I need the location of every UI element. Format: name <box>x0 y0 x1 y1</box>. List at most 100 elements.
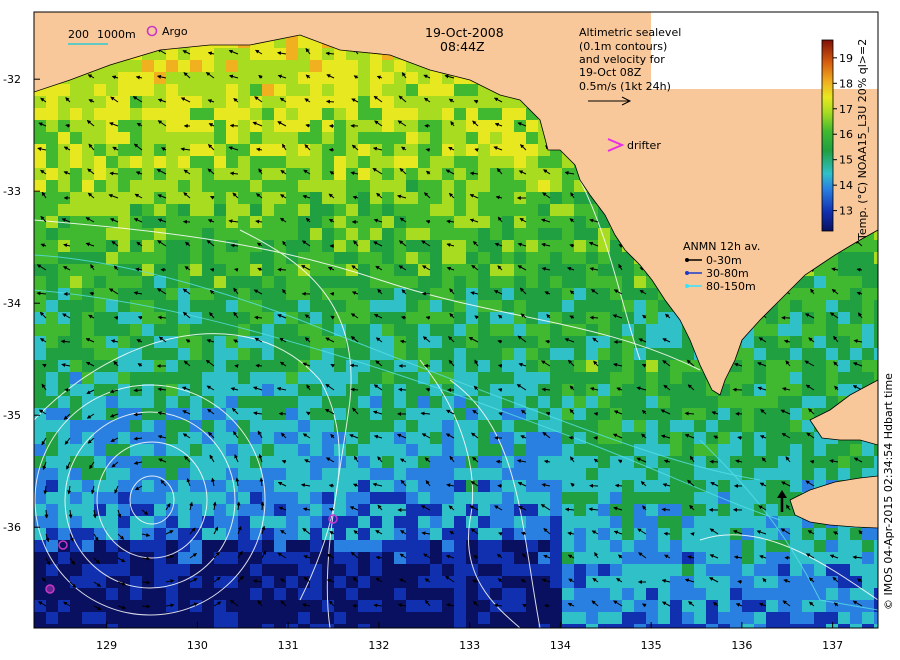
sst-pixel <box>274 168 286 180</box>
sst-pixel <box>298 360 310 372</box>
sst-pixel <box>298 144 310 156</box>
sst-pixel <box>262 540 274 552</box>
sst-pixel <box>334 372 346 384</box>
sst-pixel <box>310 360 322 372</box>
sst-pixel <box>694 420 706 432</box>
sst-pixel <box>502 156 514 168</box>
sst-pixel <box>118 360 130 372</box>
sst-pixel <box>70 600 82 612</box>
sst-pixel <box>610 528 622 540</box>
sst-pixel <box>562 336 574 348</box>
sst-pixel <box>94 588 106 600</box>
sst-pixel <box>190 108 202 120</box>
sst-pixel <box>466 336 478 348</box>
sst-pixel <box>394 288 406 300</box>
sst-pixel <box>802 408 814 420</box>
sst-pixel <box>454 156 466 168</box>
sst-pixel <box>478 540 490 552</box>
sst-pixel <box>442 492 454 504</box>
sst-pixel <box>82 516 94 528</box>
sst-pixel <box>622 408 634 420</box>
sst-pixel <box>358 504 370 516</box>
sst-pixel <box>562 204 574 216</box>
sst-pixel <box>418 420 430 432</box>
sst-pixel <box>718 444 730 456</box>
velocity-arrow <box>568 435 575 440</box>
sst-pixel <box>526 384 538 396</box>
sst-pixel <box>766 312 778 324</box>
velocity-arrow <box>325 99 335 104</box>
sst-pixel <box>214 120 226 132</box>
sst-pixel <box>406 108 418 120</box>
sst-pixel <box>514 600 526 612</box>
sst-pixel <box>46 180 58 192</box>
sst-pixel <box>322 372 334 384</box>
sst-pixel <box>454 120 466 132</box>
sst-pixel <box>658 372 670 384</box>
sst-pixel <box>118 240 130 252</box>
sst-pixel <box>622 516 634 528</box>
sst-pixel <box>790 456 802 468</box>
sst-pixel <box>814 468 826 480</box>
sst-pixel <box>358 588 370 600</box>
sst-pixel <box>166 120 178 132</box>
sst-pixel <box>538 180 550 192</box>
sst-pixel <box>646 624 658 628</box>
sst-pixel <box>154 456 166 468</box>
sst-pixel <box>382 624 394 628</box>
sst-pixel <box>502 240 514 252</box>
sst-pixel <box>862 324 874 336</box>
sst-pixel <box>622 480 634 492</box>
sst-pixel <box>394 132 406 144</box>
sst-pixel <box>106 372 118 384</box>
sst-pixel <box>58 132 70 144</box>
sst-pixel <box>406 432 418 444</box>
sst-pixel <box>394 240 406 252</box>
sst-pixel <box>274 108 286 120</box>
sst-pixel <box>106 132 118 144</box>
sst-pixel <box>394 420 406 432</box>
sst-pixel <box>322 276 334 288</box>
sst-pixel <box>610 456 622 468</box>
sst-pixel <box>538 612 550 624</box>
sst-pixel <box>454 624 466 628</box>
sst-pixel <box>790 300 802 312</box>
sst-pixel <box>562 576 574 588</box>
sst-pixel <box>490 204 502 216</box>
sst-pixel <box>478 216 490 228</box>
sst-pixel <box>118 132 130 144</box>
sst-pixel <box>226 420 238 432</box>
sst-pixel <box>562 588 574 600</box>
sst-pixel <box>538 444 550 456</box>
sst-pixel <box>502 480 514 492</box>
sst-pixel <box>310 396 322 408</box>
sst-pixel <box>346 540 358 552</box>
sst-pixel <box>430 144 442 156</box>
sst-pixel <box>190 588 202 600</box>
sst-pixel <box>550 588 562 600</box>
sst-pixel <box>526 300 538 312</box>
sst-pixel <box>526 468 538 480</box>
sst-pixel <box>154 216 166 228</box>
sst-pixel <box>850 252 862 264</box>
sst-pixel <box>682 372 694 384</box>
sst-pixel <box>418 492 430 504</box>
sst-pixel <box>238 72 250 84</box>
sst-pixel <box>466 132 478 144</box>
sst-pixel <box>226 504 238 516</box>
sst-pixel <box>394 84 406 96</box>
sst-pixel <box>238 120 250 132</box>
sst-pixel <box>838 552 850 564</box>
sst-pixel <box>346 552 358 564</box>
sst-pixel <box>82 204 94 216</box>
sst-pixel <box>682 420 694 432</box>
sst-pixel <box>238 48 250 60</box>
sst-pixel <box>310 528 322 540</box>
sst-pixel <box>466 372 478 384</box>
sst-pixel <box>82 324 94 336</box>
sst-pixel <box>202 132 214 144</box>
sst-pixel <box>334 540 346 552</box>
sst-pixel <box>670 324 682 336</box>
sst-pixel <box>118 120 130 132</box>
sst-pixel <box>130 216 142 228</box>
